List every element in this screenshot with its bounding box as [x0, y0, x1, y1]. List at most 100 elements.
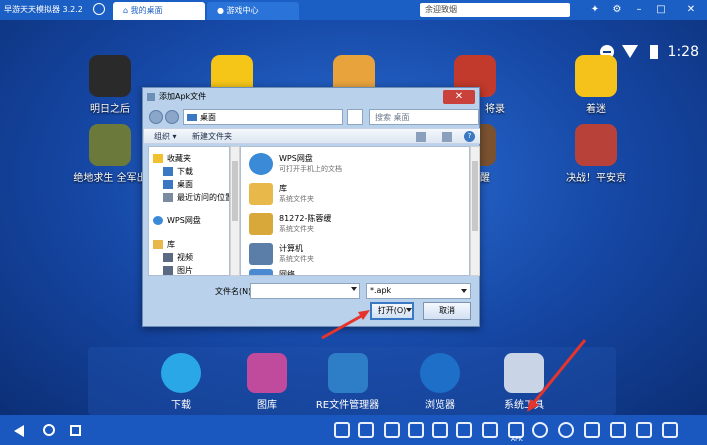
maximize-icon[interactable]: □ [654, 3, 668, 17]
nav-libraries[interactable]: 库 [153, 239, 175, 250]
preview-pane-icon[interactable] [442, 132, 452, 142]
scroll-thumb[interactable] [232, 161, 238, 221]
nav-pictures[interactable]: 图片 [163, 265, 193, 275]
dock: 下载 图库 RE文件管理器 浏览器 系统工具 [88, 347, 616, 415]
nav-label: 最近访问的位置 [177, 193, 230, 202]
nav-videos[interactable]: 视频 [163, 252, 193, 263]
fullscreen-icon[interactable] [662, 422, 678, 438]
search-placeholder: 余迎致烟 [425, 5, 457, 14]
dialog-title-bar: 添加Apk文件 ✕ [143, 88, 479, 106]
address-row: 桌面 搜索 桌面 [147, 108, 479, 126]
zhaomi-icon [575, 55, 617, 97]
library-icon [153, 240, 163, 249]
nav-label: WPS网盘 [167, 216, 201, 225]
file-item[interactable]: 库 系统文件夹 [247, 181, 467, 211]
app-label: 图库 [257, 400, 277, 411]
app-label: RE文件管理器 [315, 400, 380, 411]
dock-app-system-tools[interactable]: 系统工具 [484, 353, 564, 411]
cancel-label: 取消 [439, 306, 455, 315]
clear-icon[interactable] [432, 422, 448, 438]
settings-icon[interactable]: ⚙ [610, 3, 624, 17]
keyboard-icon[interactable] [384, 422, 400, 438]
app-icon-onmyoji[interactable]: 决战！平安京 [551, 124, 641, 184]
view-options-icon[interactable] [416, 132, 426, 142]
tab-game-center[interactable]: ● 游戏中心 [207, 2, 299, 20]
user-folder-icon [249, 213, 273, 235]
app-label: 下载 [171, 400, 191, 411]
nav-recent-places[interactable]: 最近访问的位置 [163, 192, 230, 203]
dialog-toolbar: 组织 ▾ 新建文件夹 ? [144, 128, 480, 144]
screen-rotate-icon[interactable] [610, 422, 626, 438]
new-folder-button[interactable]: 新建文件夹 [192, 131, 232, 142]
filetype-select[interactable]: *.apk [366, 283, 471, 299]
cancel-button[interactable]: 取消 [423, 302, 471, 320]
location-icon[interactable] [532, 422, 548, 438]
file-list-pane: WPS网盘 可打开手机上的文档 库 系统文件夹 81272-陈蓉缓 系统文件夹 … [240, 146, 470, 276]
filetype-value: *.apk [370, 286, 392, 295]
nav-wps-cloud[interactable]: WPS网盘 [153, 215, 201, 226]
emulator-search-input[interactable]: 余迎致烟 [420, 3, 570, 17]
filename-input[interactable] [250, 283, 360, 299]
recent-apps-icon[interactable] [70, 425, 81, 436]
minimize-icon[interactable]: – [632, 3, 646, 17]
dock-app-gallery[interactable]: 图库 [227, 353, 307, 411]
nav-downloads[interactable]: 下载 [163, 166, 193, 177]
file-item[interactable]: 网络 [247, 267, 467, 276]
dock-app-re-file-manager[interactable]: RE文件管理器 [300, 353, 395, 411]
scroll-thumb[interactable] [472, 161, 478, 231]
home-icon: ⌂ [123, 6, 131, 15]
share-icon[interactable] [584, 422, 600, 438]
wps-cloud-icon [249, 153, 273, 175]
organize-button[interactable]: 组织 ▾ [154, 131, 177, 142]
chevron-down-icon[interactable] [351, 287, 357, 291]
bottom-toolbar [0, 415, 707, 445]
re-file-manager-icon [327, 353, 368, 393]
address-bar[interactable]: 桌面 [183, 109, 343, 125]
tab-my-desktop[interactable]: ⌂ 我的桌面 [113, 2, 205, 20]
chevron-down-icon [461, 289, 467, 293]
address-path: 桌面 [200, 113, 216, 122]
close-icon[interactable]: ✕ [684, 3, 698, 17]
add-apk-file-dialog: 添加Apk文件 ✕ 桌面 搜索 桌面 组织 ▾ 新建文件夹 ? 收藏夹 下载 桌… [142, 87, 480, 327]
speed-icon[interactable] [558, 422, 574, 438]
file-item[interactable]: WPS网盘 可打开手机上的文档 [247, 151, 467, 181]
app-icon-zhaomi[interactable]: 着迷 [551, 55, 641, 115]
screenshot-icon[interactable] [408, 422, 424, 438]
home-circle-icon[interactable] [43, 424, 55, 436]
volume-down-icon[interactable] [334, 422, 350, 438]
dock-app-browser[interactable]: 浏览器 [400, 353, 480, 411]
refresh-icon[interactable] [347, 109, 363, 125]
navigation-scrollbar[interactable] [230, 146, 240, 276]
dialog-title: 添加Apk文件 [159, 92, 207, 101]
file-name: 网络 [279, 270, 295, 276]
nav-desktop[interactable]: 桌面 [163, 179, 193, 190]
record-icon[interactable] [456, 422, 472, 438]
open-label: 打开(O) [377, 306, 407, 315]
file-name: WPS网盘 [279, 154, 313, 163]
apk-label: APK [511, 436, 523, 443]
nav-forward-icon[interactable] [165, 110, 179, 124]
file-desc: 系统文件夹 [279, 255, 314, 263]
open-split-dropdown[interactable] [405, 302, 415, 320]
pin-icon[interactable]: ✦ [588, 3, 602, 17]
nav-back-icon[interactable] [149, 110, 163, 124]
dialog-close-button[interactable]: ✕ [443, 90, 475, 104]
shake-icon[interactable] [482, 422, 498, 438]
app-label: 着迷 [586, 104, 606, 115]
volume-up-icon[interactable] [358, 422, 374, 438]
back-icon[interactable] [14, 425, 24, 437]
dock-app-download[interactable]: 下载 [141, 353, 221, 411]
system-tools-folder-icon [504, 353, 544, 393]
more-icon[interactable] [686, 422, 702, 438]
user-icon[interactable] [93, 3, 105, 15]
cloud-icon [153, 216, 163, 225]
folder-share-icon[interactable] [636, 422, 652, 438]
pubg-icon [89, 124, 131, 166]
help-icon[interactable]: ? [464, 131, 475, 142]
nav-favorites[interactable]: 收藏夹 [153, 153, 191, 164]
chevron-down-icon [406, 308, 412, 312]
file-desc: 可打开手机上的文档 [279, 165, 342, 173]
file-item[interactable]: 81272-陈蓉缓 系统文件夹 [247, 211, 467, 241]
dialog-search-input[interactable]: 搜索 桌面 [369, 109, 479, 125]
file-list-scrollbar[interactable] [470, 146, 480, 276]
